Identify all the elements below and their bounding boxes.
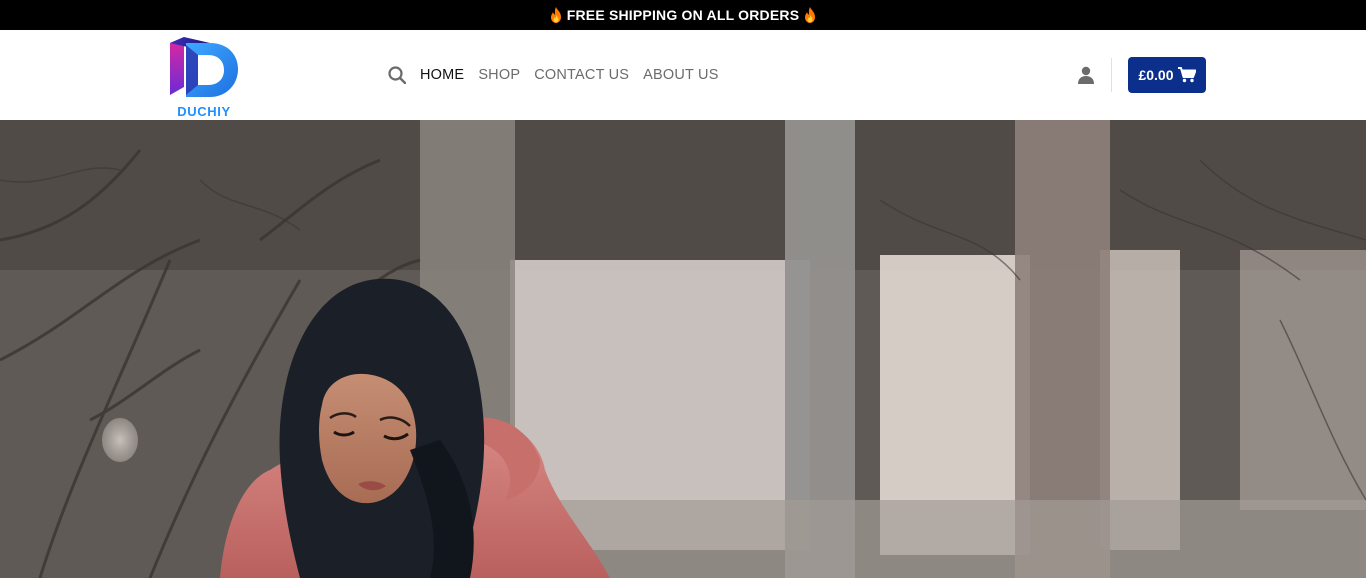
logo-mark-icon	[170, 37, 238, 97]
site-header: DUCHIY HOME SHOP CONTACT US ABOUT US £0.…	[0, 30, 1366, 120]
nav-item-shop[interactable]: SHOP	[478, 67, 520, 83]
announcement-bar: FREE SHIPPING ON ALL ORDERS	[0, 0, 1366, 30]
fire-icon	[550, 7, 561, 23]
announcement-text: FREE SHIPPING ON ALL ORDERS	[566, 7, 800, 23]
user-icon[interactable]	[1077, 66, 1095, 84]
hero-banner	[0, 120, 1366, 578]
hero-photo	[0, 120, 1366, 578]
search-icon[interactable]	[388, 66, 406, 84]
cart-total: £0.00	[1138, 67, 1174, 83]
header-divider	[1111, 58, 1112, 92]
fire-icon	[805, 7, 816, 23]
nav-item-about-us[interactable]: ABOUT US	[643, 67, 718, 83]
nav-item-home[interactable]: HOME	[420, 67, 464, 83]
brand-name: DUCHIY	[177, 104, 231, 119]
nav-item-contact-us[interactable]: CONTACT US	[534, 67, 629, 83]
cart-button[interactable]: £0.00	[1128, 57, 1206, 93]
main-nav: HOME SHOP CONTACT US ABOUT US	[388, 30, 733, 120]
brand-logo[interactable]: DUCHIY	[168, 35, 240, 119]
cart-icon	[1177, 67, 1196, 83]
